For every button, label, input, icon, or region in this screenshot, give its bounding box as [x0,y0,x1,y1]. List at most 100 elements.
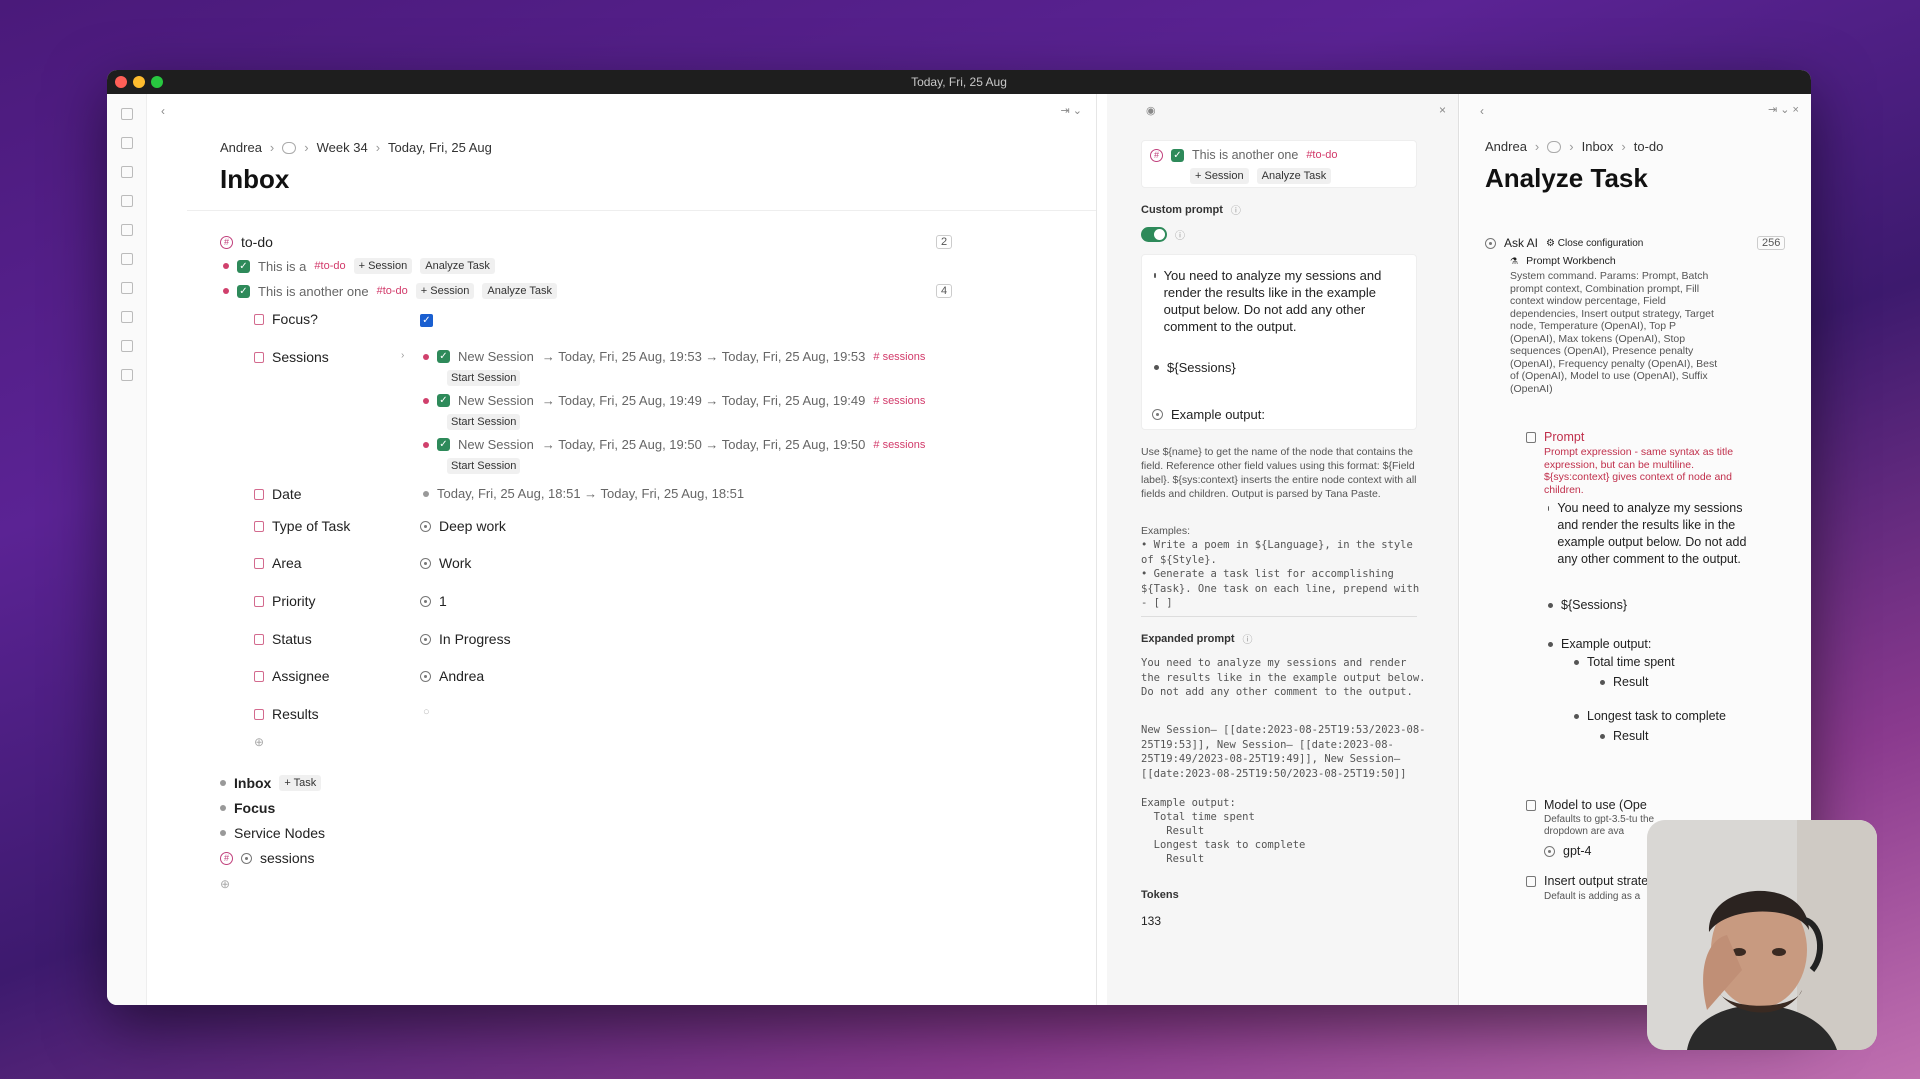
checkbox-checked-icon[interactable]: ✓ [237,284,250,298]
bullet-icon[interactable] [220,830,226,836]
date-value[interactable]: Today, Fri, 25 Aug, 18:51 → Today, Fri, … [423,486,744,501]
service-nodes-row[interactable]: Service Nodes [220,825,325,841]
add-node-icon[interactable]: ⊕ [220,877,230,891]
ellipsis-icon[interactable] [1547,140,1562,153]
checkbox-checked-icon[interactable]: ✓ [437,350,450,363]
bullet-icon[interactable] [423,397,429,404]
pin-icon[interactable] [120,340,133,352]
area-value[interactable]: Work [420,555,471,571]
breadcrumb-item[interactable]: Inbox [1582,139,1614,154]
checkbox-checked-icon[interactable]: ✓ [237,259,250,273]
checkbox-checked-icon[interactable]: ✓ [437,438,450,451]
back-icon[interactable] [120,137,133,149]
zoom-window-button[interactable] [151,76,163,88]
sessions-tag[interactable]: # sessions [873,395,925,407]
priority-value[interactable]: 1 [420,593,447,609]
forward-icon[interactable] [120,166,133,178]
minimize-window-button[interactable] [133,76,145,88]
close-configuration-button[interactable]: ⚙ Close configuration [1546,238,1643,249]
star-icon[interactable] [120,253,133,265]
session-row[interactable]: ✓ New Session → Today, Fri, 25 Aug, 19:4… [423,393,925,408]
start-session-button[interactable]: Start Session [447,414,521,430]
collapse-chevron-icon[interactable]: ‹ [161,104,165,118]
task-row[interactable]: ✓ This is a #to-do + Session Analyze Tas… [223,258,495,274]
prompt-line[interactable]: Example output: [1152,406,1265,423]
prompt-line[interactable]: Result [1600,674,1648,691]
inbox-row[interactable]: Inbox + Task [220,775,322,791]
pane-options-icon[interactable]: ⇥ ⌄ × [1768,103,1799,116]
analyze-task-button[interactable]: Analyze Task [420,258,495,274]
todo-tag[interactable]: #to-do [377,285,408,297]
sessions-supertag-row[interactable]: # sessions [220,850,314,866]
prompt-line[interactable]: Example output: [1548,636,1651,653]
sidebar-toggle-icon[interactable] [120,108,133,120]
empty-value-icon[interactable]: ○ [423,706,430,718]
analyze-task-button[interactable]: Analyze Task [482,283,558,299]
prompt-workbench-row[interactable]: ⚗ Prompt Workbench [1510,255,1616,267]
prompt-line[interactable]: You need to analyze my sessions and rend… [1548,500,1762,568]
breadcrumb-item[interactable]: to-do [1634,139,1664,154]
session-row[interactable]: ✓ New Session → Today, Fri, 25 Aug, 19:5… [423,437,925,452]
task-row[interactable]: ✓ This is another one #to-do + Session A… [223,283,558,299]
prompt-line[interactable]: Total time spent [1574,654,1675,671]
start-session-button[interactable]: Start Session [447,370,521,386]
prompt-line[interactable]: Longest task to complete [1574,708,1726,725]
help-icon[interactable]: ⓘ [1231,202,1241,217]
add-task-button[interactable]: + Task [279,775,322,791]
bullet-icon[interactable] [423,353,429,360]
help-icon[interactable]: ⓘ [1243,631,1253,646]
start-session-button[interactable]: Start Session [447,458,521,474]
help-icon[interactable]: ⓘ [1175,227,1185,242]
collapse-chevron-icon[interactable]: ‹ [1480,104,1484,118]
prompt-line[interactable]: Result [1600,728,1648,745]
bullet-icon[interactable] [220,780,226,786]
add-field-icon[interactable]: ⊕ [254,735,264,749]
search-icon[interactable] [120,282,133,294]
assignee-value[interactable]: Andrea [420,668,484,684]
sessions-tag[interactable]: # sessions [873,439,925,451]
todo-supertag-row[interactable]: # to-do [220,234,273,250]
focus-checkbox[interactable]: ✓ [420,314,433,327]
add-session-button[interactable]: + Session [353,258,413,274]
breadcrumb-item[interactable]: Week 34 [317,140,368,155]
checkbox-checked-icon[interactable]: ✓ [437,394,450,407]
breadcrumb-item[interactable]: Today, Fri, 25 Aug [388,140,492,155]
close-window-button[interactable] [115,76,127,88]
focus-row[interactable]: Focus [220,800,275,816]
add-session-button[interactable]: + Session [415,283,475,299]
node-row[interactable]: # ✓ This is another one #to-do [1150,148,1338,162]
todo-tag[interactable]: #to-do [1306,149,1337,161]
inbox-icon[interactable] [120,224,133,236]
todo-tag[interactable]: #to-do [314,260,345,272]
prompt-line[interactable]: ${Sessions} [1154,359,1236,376]
calendar-icon[interactable] [120,195,133,207]
stats-icon[interactable] [120,369,133,381]
library-icon[interactable] [120,311,133,323]
custom-prompt-editor[interactable]: You need to analyze my sessions and rend… [1141,254,1417,430]
custom-prompt-toggle[interactable] [1141,227,1167,242]
prompt-line[interactable]: ${Sessions} [1548,597,1627,614]
expanded-prompt-text: You need to analyze my sessions and rend… [1141,657,1426,698]
add-session-button[interactable]: + Session [1190,168,1249,184]
field-icon [254,708,264,720]
model-value[interactable]: gpt-4 [1544,844,1592,858]
collapsed-bullet-icon[interactable] [1152,409,1163,420]
ellipsis-icon[interactable] [282,141,297,154]
bullet-icon[interactable] [223,263,229,269]
breadcrumb-item[interactable]: Andrea [1485,139,1527,154]
field-status: Status [254,631,312,647]
close-icon[interactable]: × [1439,103,1446,117]
checkbox-checked-icon[interactable]: ✓ [1171,148,1184,162]
bullet-icon[interactable] [423,441,429,448]
pane-options-icon[interactable]: ⇥ ⌄ [1061,104,1083,117]
type-value[interactable]: Deep work [420,518,506,534]
analyze-task-button[interactable]: Analyze Task [1256,168,1332,184]
bullet-icon[interactable] [220,805,226,811]
prompt-line[interactable]: You need to analyze my sessions and rend… [1154,267,1406,335]
bullet-icon[interactable] [223,288,229,294]
breadcrumb-item[interactable]: Andrea [220,140,262,155]
status-value[interactable]: In Progress [420,631,511,647]
session-row[interactable]: ✓ New Session → Today, Fri, 25 Aug, 19:5… [423,349,925,364]
expand-chevron-icon[interactable]: › [401,350,404,361]
sessions-tag[interactable]: # sessions [873,351,925,363]
